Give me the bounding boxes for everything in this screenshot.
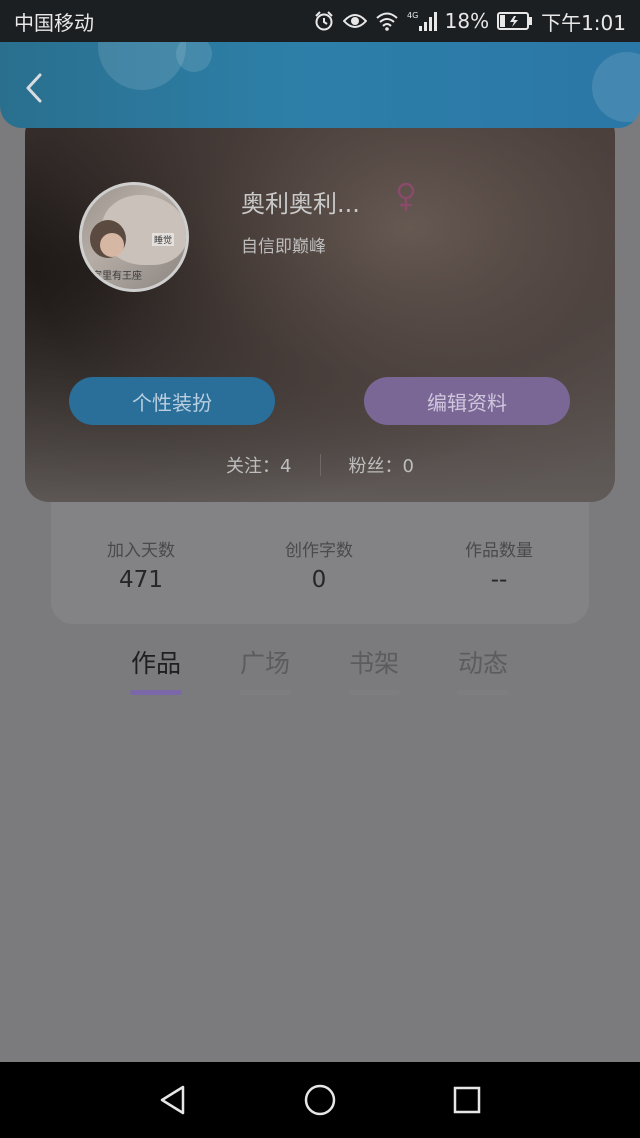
tab-bar: 作品 广场 书架 动态 — [0, 640, 640, 700]
signal-icon: 4G — [407, 10, 437, 32]
header-bar — [0, 42, 640, 128]
stat-value: -- — [490, 567, 508, 593]
nav-back-button[interactable] — [143, 1070, 203, 1130]
signature: 自信即巅峰 — [241, 237, 326, 257]
profile-card: 睡觉 家里有王座 奥利奥利... 自信即巅峰 个性装扮 编辑资料 关注：4 粉丝… — [25, 110, 615, 502]
tab-works[interactable]: 作品 — [116, 644, 196, 680]
stat-words-written: 创作字数 0 — [229, 536, 409, 593]
following-count[interactable]: 关注：4 — [226, 452, 291, 478]
decorative-bubble — [98, 42, 186, 90]
eye-icon — [342, 12, 367, 30]
decorative-bubble — [592, 52, 640, 122]
follow-stats: 关注：4 粉丝：0 — [25, 452, 615, 478]
network-type-label: 4G — [407, 11, 418, 20]
active-tab-indicator — [130, 690, 182, 695]
stat-value: 0 — [311, 567, 327, 593]
stats-card: 加入天数 471 创作字数 0 作品数量 -- — [51, 502, 589, 624]
avatar-caption: 家里有王座 — [92, 271, 142, 282]
stat-label: 加入天数 — [107, 541, 175, 561]
battery-percent: 18% — [444, 9, 490, 33]
avatar-tag: 睡觉 — [152, 233, 175, 246]
username: 奥利奥利... — [241, 190, 360, 218]
edit-profile-button[interactable]: 编辑资料 — [364, 377, 570, 425]
status-bar: 中国移动 4G 18% 下午1:01 — [0, 0, 640, 42]
tab-indicator — [457, 690, 509, 695]
chevron-left-icon — [26, 73, 42, 103]
system-nav-bar — [0, 1062, 640, 1138]
stat-days-joined: 加入天数 471 — [51, 536, 231, 593]
circle-home-icon — [304, 1084, 336, 1116]
decorative-bubble — [176, 42, 212, 72]
followers-count[interactable]: 粉丝：0 — [349, 452, 414, 478]
avatar[interactable]: 睡觉 家里有王座 — [79, 182, 189, 292]
back-button[interactable] — [18, 70, 50, 106]
alarm-icon — [313, 10, 335, 32]
stat-works-count: 作品数量 -- — [409, 536, 589, 593]
tab-indicator — [348, 690, 400, 695]
stat-label: 作品数量 — [465, 541, 533, 561]
stat-label: 创作字数 — [285, 541, 353, 561]
tab-indicator — [239, 690, 291, 695]
divider — [319, 454, 321, 476]
battery-icon — [497, 12, 533, 30]
female-icon — [397, 182, 415, 216]
nav-recents-button[interactable] — [437, 1070, 497, 1130]
tab-bookshelf[interactable]: 书架 — [334, 644, 414, 680]
triangle-back-icon — [161, 1085, 185, 1115]
carrier-label: 中国移动 — [14, 10, 94, 35]
clock: 下午1:01 — [541, 10, 626, 35]
tab-updates[interactable]: 动态 — [443, 644, 523, 680]
square-recents-icon — [453, 1086, 480, 1114]
wifi-icon — [375, 11, 399, 31]
tab-plaza[interactable]: 广场 — [225, 644, 305, 680]
avatar-face — [100, 233, 124, 257]
nav-home-button[interactable] — [290, 1070, 350, 1130]
stat-value: 471 — [119, 567, 163, 593]
dress-up-button[interactable]: 个性装扮 — [69, 377, 275, 425]
status-icons: 4G 18% 下午1:01 — [313, 7, 626, 36]
